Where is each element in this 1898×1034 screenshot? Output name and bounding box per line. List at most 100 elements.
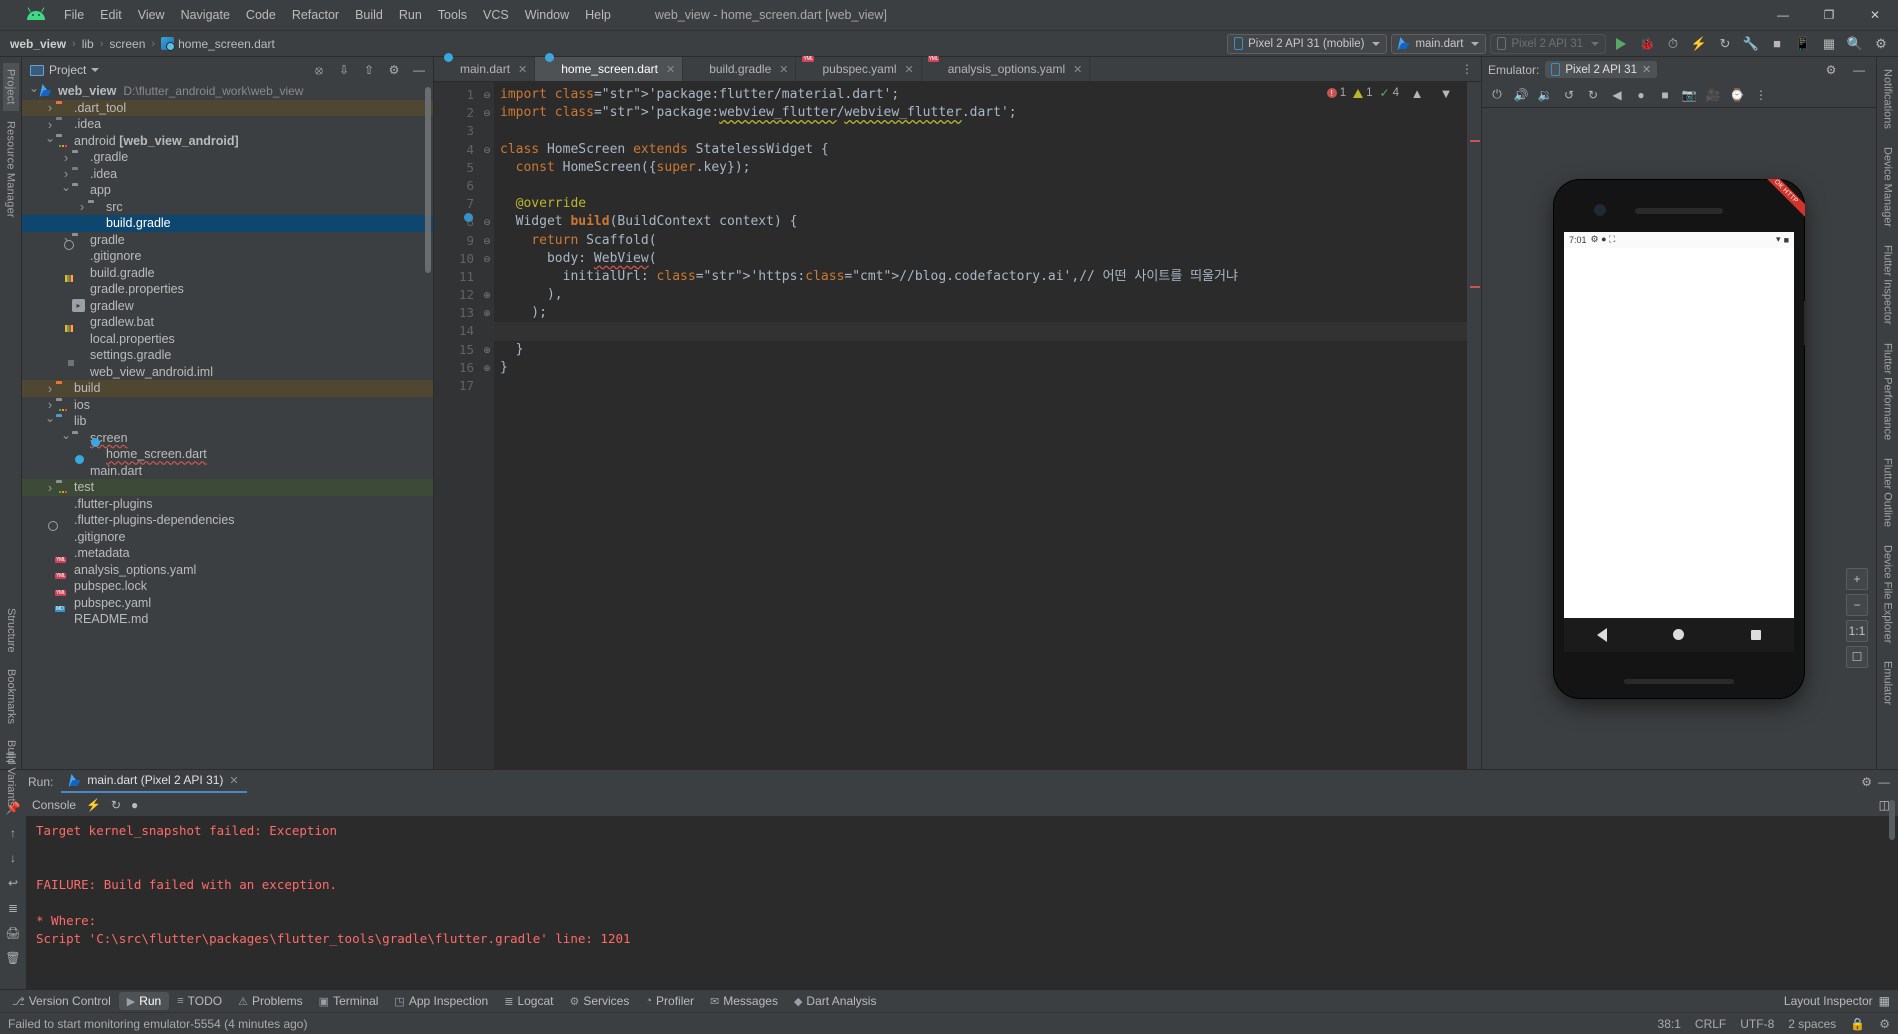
rail-item-device-manager[interactable]: Device Manager: [1879, 139, 1897, 235]
tree-item[interactable]: › .idea: [22, 166, 433, 183]
phone-navigation-bar[interactable]: [1564, 617, 1794, 652]
breadcrumb-lib[interactable]: lib: [82, 37, 94, 51]
screenshot-icon[interactable]: 📷: [1678, 85, 1700, 105]
tool-window-messages[interactable]: ✉ Messages: [702, 992, 786, 1010]
rail-item-flutter-inspector[interactable]: Flutter Inspector: [1879, 237, 1897, 332]
tree-item[interactable]: › .idea: [22, 116, 433, 133]
indent-setting[interactable]: 2 spaces: [1788, 1017, 1836, 1031]
breakpoint-gutter-icon[interactable]: [464, 213, 473, 223]
menu-item-code[interactable]: Code: [238, 4, 284, 26]
tool-window-todo[interactable]: ≡ TODO: [169, 992, 230, 1010]
rail-item-device-file-explorer[interactable]: Device File Explorer: [1879, 537, 1897, 651]
close-icon[interactable]: ✕: [666, 63, 675, 76]
tool-window-terminal[interactable]: ▣ Terminal: [311, 992, 387, 1010]
profile-button[interactable]: ⏱: [1662, 33, 1684, 55]
tree-item[interactable]: README.md: [22, 611, 433, 628]
print-icon[interactable]: 🖨: [3, 923, 23, 943]
emulator-settings-gear-icon[interactable]: ⚙: [1820, 60, 1842, 80]
fold-marker[interactable]: [480, 268, 494, 286]
fold-marker[interactable]: ⊕: [480, 341, 494, 359]
editor-tab-build-gradle[interactable]: build.gradle ✕: [683, 57, 797, 81]
fold-marker[interactable]: ⊕: [480, 304, 494, 322]
breadcrumb-screen[interactable]: screen: [109, 37, 145, 51]
fold-marker[interactable]: ⊖: [480, 141, 494, 159]
chevron-down-icon[interactable]: ⌄: [44, 131, 56, 145]
sdk-manager-button[interactable]: ▦: [1818, 33, 1840, 55]
tree-item[interactable]: ⌄ lib: [22, 411, 433, 430]
console-filter-icon[interactable]: ⚡: [86, 798, 101, 812]
chevron-down-icon[interactable]: ⌄: [28, 83, 40, 95]
home-icon[interactable]: ●: [1630, 85, 1652, 105]
tree-item[interactable]: local.properties: [22, 331, 433, 348]
inspections-chevron-down-icon[interactable]: ▼: [1435, 82, 1457, 104]
chevron-right-icon[interactable]: ›: [60, 150, 72, 165]
fold-marker[interactable]: ⊖: [480, 86, 494, 104]
settings-gear-icon[interactable]: ⚙: [1870, 33, 1892, 55]
rotate-right-icon[interactable]: ↻: [1582, 85, 1604, 105]
fold-marker[interactable]: ⊕: [480, 359, 494, 377]
debug-button[interactable]: 🐞: [1636, 33, 1658, 55]
tree-item[interactable]: › test: [22, 479, 433, 496]
record-screen-icon[interactable]: 🎥: [1702, 85, 1724, 105]
tool-window-services[interactable]: ⚙ Services: [561, 992, 637, 1010]
chevron-down-icon[interactable]: ⌄: [60, 428, 72, 442]
close-icon[interactable]: ✕: [1642, 63, 1651, 76]
chevron-right-icon[interactable]: ›: [44, 117, 56, 132]
tree-item[interactable]: ⌄ app: [22, 180, 433, 199]
layout-inspector-icon[interactable]: ▦: [1879, 994, 1890, 1008]
rail-item-bookmarks[interactable]: Bookmarks: [2, 661, 20, 732]
tree-item[interactable]: › .gradle: [22, 149, 433, 166]
hot-reload-button[interactable]: ⚡: [1688, 33, 1710, 55]
tool-window-app-inspection[interactable]: ◳ App Inspection: [386, 992, 496, 1010]
open-devtools-button[interactable]: 🔧: [1740, 33, 1762, 55]
close-icon[interactable]: ✕: [229, 774, 238, 787]
webview-content[interactable]: [1564, 247, 1794, 620]
attached-device-selector[interactable]: Pixel 2 API 31: [1490, 33, 1606, 54]
fold-marker[interactable]: ⊖: [480, 250, 494, 268]
nav-recents-icon[interactable]: [1750, 629, 1761, 640]
volume-down-icon[interactable]: 🔉: [1534, 85, 1556, 105]
tool-window-profiler[interactable]: ◔ Profiler: [637, 992, 702, 1010]
source-code[interactable]: import class="str">'package:flutter/mate…: [494, 82, 1467, 769]
tree-item[interactable]: .metadata: [22, 545, 433, 562]
close-icon[interactable]: ✕: [779, 63, 788, 76]
rail-item-notifications[interactable]: Notifications: [1879, 61, 1897, 137]
emulator-device-tab[interactable]: Pixel 2 API 31 ✕: [1545, 61, 1658, 78]
tree-item[interactable]: gradle.properties: [22, 281, 433, 298]
tool-window-run[interactable]: ▶ Run: [118, 992, 170, 1010]
tree-item[interactable]: › build: [22, 380, 433, 397]
rail-item-build-variants[interactable]: Build Variants: [2, 732, 20, 815]
tree-item[interactable]: analysis_options.yaml: [22, 562, 433, 579]
menu-item-help[interactable]: Help: [577, 4, 619, 26]
rotate-left-icon[interactable]: ↺: [1558, 85, 1580, 105]
tree-item[interactable]: gradlew.bat: [22, 314, 433, 331]
tool-window-version-control[interactable]: ⎇ Version Control: [4, 992, 119, 1010]
tree-item[interactable]: › ios: [22, 397, 433, 414]
menu-item-tools[interactable]: Tools: [430, 4, 475, 26]
close-button[interactable]: ✕: [1852, 0, 1898, 31]
menu-item-refactor[interactable]: Refactor: [284, 4, 347, 26]
file-encoding[interactable]: UTF-8: [1740, 1017, 1774, 1031]
nav-back-icon[interactable]: [1597, 627, 1608, 642]
editor-tab-options-icon[interactable]: ⋮: [1453, 57, 1481, 81]
code-folding-gutter[interactable]: ⊖ ⊖ ⊖ ⊖ ⊖ ⊖ ⊕ ⊕ ⊕ ⊕: [480, 82, 494, 769]
tree-scrollbar[interactable]: [425, 87, 431, 273]
error-stripe-mark[interactable]: [1470, 140, 1480, 142]
tree-item[interactable]: › .dart_tool: [22, 99, 433, 116]
fold-marker[interactable]: [480, 159, 494, 177]
branch-icon[interactable]: ⚙: [1879, 1017, 1890, 1031]
fold-marker[interactable]: ⊖: [480, 104, 494, 122]
fold-marker[interactable]: ⊖: [480, 232, 494, 250]
overview-icon[interactable]: ■: [1654, 85, 1676, 105]
console-scrollbar[interactable]: [1889, 800, 1895, 840]
close-icon[interactable]: ✕: [518, 63, 527, 76]
fold-marker[interactable]: ⊖: [480, 213, 494, 231]
device-selector[interactable]: Pixel 2 API 31 (mobile): [1227, 33, 1388, 54]
menu-item-run[interactable]: Run: [391, 4, 430, 26]
layout-inspector-button[interactable]: Layout Inspector: [1784, 994, 1873, 1008]
scroll-to-end-icon[interactable]: ≣: [3, 898, 23, 918]
rail-item-flutter-performance[interactable]: Flutter Performance: [1879, 335, 1897, 448]
search-everywhere-icon[interactable]: 🔍: [1844, 33, 1866, 55]
menu-item-build[interactable]: Build: [347, 4, 391, 26]
run-hide-icon[interactable]: —: [1878, 775, 1890, 789]
